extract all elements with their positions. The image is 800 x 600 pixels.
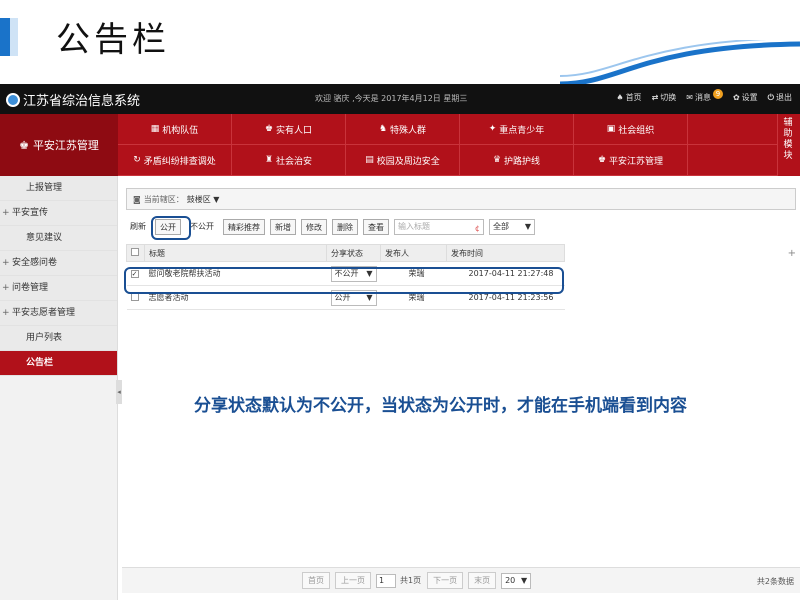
dispute-icon: ↻ — [133, 155, 141, 165]
top-bar: 江苏省综治信息系统 欢迎 骆庆 ,今天是 2017年4月12日 星期三 ♠ 首页 … — [0, 84, 800, 114]
nav-security[interactable]: ♜ 社会治安 — [232, 145, 346, 176]
welcome-text: 欢迎 骆庆 ,今天是 2017年4月12日 星期三 — [315, 94, 468, 103]
next-page-button[interactable]: 下一页 — [427, 572, 464, 589]
add-column-icon[interactable]: + — [788, 248, 796, 259]
row-highlight — [124, 267, 564, 294]
sidebar-item-survey[interactable]: + 安全感问卷 — [0, 251, 117, 276]
sidebar-item-suggestion[interactable]: 意见建议 — [0, 226, 117, 251]
location-icon: ◙ — [133, 194, 141, 204]
social-org-icon: ▣ — [606, 124, 616, 134]
edit-button[interactable]: 修改 — [301, 219, 327, 235]
home-icon: ♠ — [616, 93, 624, 102]
brand-title: 江苏省综治信息系统 — [23, 94, 141, 109]
home-link[interactable]: ♠ 首页 — [616, 92, 641, 103]
message-link[interactable]: ✉ 消息 9 — [686, 88, 723, 103]
safe-icon: ♚ — [597, 155, 607, 165]
public-button-highlight — [151, 216, 191, 240]
nav-population[interactable]: ♚ 实有人口 — [232, 114, 346, 145]
expand-icon: + — [2, 258, 10, 268]
sidebar-item-users[interactable]: 用户列表 — [0, 326, 117, 351]
people-icon: ♞ — [378, 124, 388, 134]
sidebar-item-questionnaire[interactable]: + 问卷管理 — [0, 276, 117, 301]
org-icon: ▦ — [150, 124, 160, 134]
filter-select[interactable]: 全部 ▼ — [489, 219, 535, 235]
campus-icon: ▤ — [365, 155, 374, 165]
add-button[interactable]: 新增 — [270, 219, 296, 235]
shield-icon: ♚ — [19, 138, 29, 152]
module-title: ♚ 平安江苏管理 — [0, 114, 118, 176]
sidebar-item-notice[interactable]: 公告栏 — [0, 351, 117, 376]
table-header-row: 标题 分享状态 发布人 发布时间 — [126, 244, 565, 262]
page-count: 共1页 — [400, 576, 422, 585]
view-button[interactable]: 查看 — [363, 219, 389, 235]
prev-page-button[interactable]: 上一页 — [335, 572, 371, 589]
expand-icon: + — [2, 208, 10, 218]
module-nav: ▦ 机构队伍 ♚ 实有人口 ♞ 特殊人群 ✦ 重点青少年 ▣ 社会组织 ↻ 矛盾纠纷排查调处… — [118, 114, 778, 176]
col-publisher: 发布人 — [380, 244, 447, 262]
select-all-checkbox[interactable] — [131, 248, 139, 256]
sidebar-item-promotion[interactable]: + 平安宣传 — [0, 201, 117, 226]
refresh-button[interactable]: 刷新 — [126, 219, 150, 235]
nav-special-people[interactable]: ♞ 特殊人群 — [346, 114, 460, 145]
delete-button[interactable]: 删除 — [332, 219, 358, 235]
first-page-button[interactable]: 首页 — [302, 572, 330, 589]
col-time: 发布时间 — [446, 244, 565, 262]
nav-empty-1 — [688, 114, 778, 145]
nav-safe-jiangsu[interactable]: ♚ 平安江苏管理 — [574, 145, 688, 176]
nav-org[interactable]: ▦ 机构队伍 — [118, 114, 232, 145]
nav-road[interactable]: ♛ 护路护线 — [460, 145, 574, 176]
switch-icon: ⇄ — [651, 93, 659, 102]
clear-icon[interactable]: ¢ — [475, 222, 480, 236]
nav-dispute[interactable]: ↻ 矛盾纠纷排查调处 — [118, 145, 232, 176]
population-icon: ♚ — [264, 124, 274, 134]
settings-link[interactable]: ✿ 设置 — [733, 92, 758, 103]
nav-empty-2 — [688, 145, 778, 176]
col-title: 标题 — [144, 244, 327, 262]
breadcrumb: ◙ 当前辖区： 鼓楼区 ▼ — [126, 188, 796, 210]
message-badge: 9 — [712, 88, 723, 99]
sidebar: 上报管理 + 平安宣传 意见建议 + 安全感问卷 + 问卷管理 + 平安志愿者管理 用户… — [0, 176, 118, 600]
nav-youth[interactable]: ✦ 重点青少年 — [460, 114, 574, 145]
youth-icon: ✦ — [488, 124, 497, 134]
gear-icon: ✿ — [732, 93, 740, 102]
page-size-select[interactable]: 20 ▼ — [501, 572, 532, 589]
recommend-button[interactable]: 精彩推荐 — [223, 219, 265, 235]
road-icon: ♛ — [492, 155, 502, 165]
total-count: 共2条数据 — [756, 577, 794, 586]
expand-icon: + — [2, 308, 10, 318]
pagination: 首页 上一页 1 共1页 下一页 末页 20 ▼ 共2条数据 — [122, 567, 800, 593]
logout-link[interactable]: ⏻ 退出 — [768, 92, 792, 103]
main-panel: ◙ 当前辖区： 鼓楼区 ▼ 刷新 公开 不公开 精彩推荐 新增 修改 删除 查看… — [122, 176, 800, 600]
brand: 江苏省综治信息系统 — [6, 90, 140, 109]
district-select[interactable]: 鼓楼区 ▼ — [187, 194, 220, 205]
message-icon: ✉ — [686, 93, 693, 102]
nav-social-org[interactable]: ▣ 社会组织 — [574, 114, 688, 145]
security-icon: ♜ — [264, 155, 274, 165]
expand-icon: + — [2, 283, 10, 293]
nav-campus[interactable]: ▤ 校园及周边安全 — [346, 145, 460, 176]
search-input[interactable]: 输入标题 ¢ — [394, 219, 484, 235]
col-status: 分享状态 — [326, 244, 381, 262]
aux-module-toggle[interactable]: 辅助模块 — [782, 118, 794, 162]
chevron-down-icon: ▼ — [524, 222, 531, 231]
switch-link[interactable]: ⇄ 切换 — [652, 92, 677, 103]
last-page-button[interactable]: 末页 — [468, 572, 497, 589]
annotation-note: 分享状态默认为不公开，当状态为公开时，才能在手机端看到内容 — [194, 396, 687, 416]
logout-icon: ⏻ — [767, 92, 774, 102]
slide-swoosh-decoration — [559, 40, 800, 87]
sidebar-item-report[interactable]: 上报管理 — [0, 176, 117, 201]
logo-icon — [6, 92, 20, 107]
page-input[interactable]: 1 — [376, 573, 396, 588]
sidebar-item-volunteer[interactable]: + 平安志愿者管理 — [0, 301, 117, 326]
top-links: ♠ 首页 ⇄ 切换 ✉ 消息 9 ✿ 设置 ⏻ 退出 — [616, 88, 792, 103]
